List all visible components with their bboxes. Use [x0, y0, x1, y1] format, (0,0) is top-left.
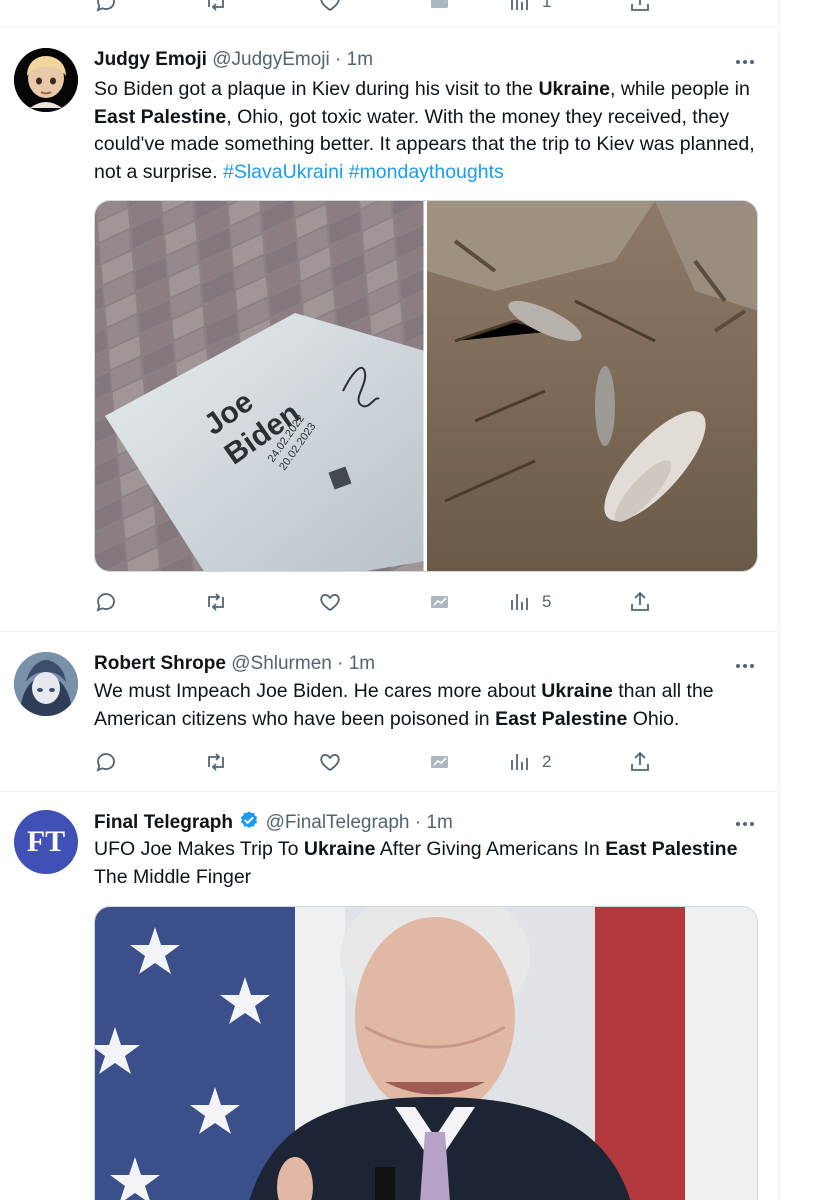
more-icon — [736, 60, 740, 64]
timestamp[interactable]: 1m — [426, 812, 452, 833]
views-count: 5 — [542, 592, 552, 611]
user-handle[interactable]: @JudgyEmoji — [212, 49, 330, 70]
analytics-button[interactable] — [428, 588, 452, 616]
user-handle[interactable]: @FinalTelegraph — [266, 812, 410, 833]
timeline-feed: 1 Judgy Emoji @JudgyEmoji · 1m So Biden … — [0, 0, 780, 1200]
like-icon — [320, 754, 340, 772]
views-icon — [511, 754, 528, 770]
views-count: 1 — [542, 0, 552, 11]
retweet-button[interactable] — [204, 748, 228, 776]
separator: · — [414, 812, 422, 833]
share-icon — [631, 0, 649, 11]
share-button[interactable] — [628, 588, 652, 616]
like-button[interactable] — [318, 748, 342, 776]
tweet-header: Robert Shrope @Shlurmen · 1m — [94, 652, 375, 676]
tweet-final-telegraph[interactable]: FT Final Telegraph @FinalTelegraph · 1m … — [0, 792, 779, 1200]
display-name[interactable]: Final Telegraph — [94, 812, 233, 833]
separator: · — [335, 49, 342, 70]
anime-avatar-image — [14, 652, 78, 716]
more-icon — [736, 664, 740, 668]
retweet-icon — [208, 593, 224, 611]
timestamp[interactable]: 1m — [347, 49, 373, 70]
tweet-media[interactable]: Joe Biden 24.02.2022 20.02.2023 — [94, 200, 758, 572]
analytics-button[interactable] — [428, 0, 452, 16]
avatar[interactable] — [14, 48, 78, 112]
like-button[interactable] — [318, 588, 342, 616]
more-options-button[interactable] — [733, 812, 757, 836]
tweet-header: Final Telegraph @FinalTelegraph · 1m — [94, 810, 453, 835]
avatar[interactable]: FT — [14, 810, 78, 874]
views-icon — [511, 594, 528, 610]
tweet-actions: 2 — [94, 748, 654, 776]
tweet-text: UFO Joe Makes Trip To Ukraine After Givi… — [94, 838, 738, 888]
like-button[interactable] — [318, 0, 342, 16]
hashtag-link[interactable]: #mondaythoughts — [349, 161, 504, 183]
avatar[interactable] — [14, 652, 78, 716]
more-options-button[interactable] — [733, 654, 757, 678]
like-icon — [320, 0, 340, 12]
reply-icon — [96, 753, 115, 772]
display-name[interactable]: Robert Shrope — [94, 653, 226, 674]
retweet-button[interactable] — [204, 588, 228, 616]
tweet-actions: 5 — [94, 588, 654, 616]
views-button[interactable]: 2 — [508, 748, 551, 776]
media-photos: Joe Biden 24.02.2022 20.02.2023 — [95, 201, 757, 571]
user-handle[interactable]: @Shlurmen — [231, 653, 332, 674]
display-name[interactable]: Judgy Emoji — [94, 49, 207, 70]
tweet-header: Judgy Emoji @JudgyEmoji · 1m — [94, 48, 373, 72]
reply-button[interactable] — [94, 0, 118, 16]
media-photo — [95, 907, 757, 1200]
tweet-text: So Biden got a plaque in Kiev during his… — [94, 78, 755, 183]
analytics-icon — [431, 756, 448, 768]
views-button[interactable]: 1 — [508, 0, 551, 16]
share-button[interactable] — [628, 748, 652, 776]
analytics-icon — [431, 0, 448, 8]
separator: · — [337, 653, 344, 674]
reply-icon — [96, 0, 115, 12]
previous-tweet-fragment: 1 — [0, 0, 779, 28]
more-icon — [736, 822, 740, 826]
tweet-text: We must Impeach Joe Biden. He cares more… — [94, 680, 714, 730]
timestamp[interactable]: 1m — [349, 653, 375, 674]
tweet-robert-shrope[interactable]: Robert Shrope @Shlurmen · 1m We must Imp… — [0, 632, 779, 792]
verified-icon — [241, 811, 258, 829]
tweet-judgy-emoji[interactable]: Judgy Emoji @JudgyEmoji · 1m So Biden go… — [0, 28, 779, 632]
hashtag-link[interactable]: #SlavaUkraini — [223, 161, 343, 183]
retweet-button[interactable] — [204, 0, 228, 16]
share-icon — [631, 751, 649, 771]
reply-button[interactable] — [94, 748, 118, 776]
views-button[interactable]: 5 — [508, 588, 551, 616]
share-icon — [631, 591, 649, 611]
reply-button[interactable] — [94, 588, 118, 616]
views-icon — [511, 0, 528, 10]
tweet-actions: 1 — [94, 0, 654, 16]
avatar-logo: FT — [26, 825, 66, 858]
memoji-avatar-image — [14, 48, 78, 112]
views-count: 2 — [542, 752, 552, 771]
retweet-icon — [208, 753, 224, 771]
share-button[interactable] — [628, 0, 652, 16]
like-icon — [320, 594, 340, 612]
right-sidebar — [781, 0, 814, 1200]
analytics-icon — [431, 596, 448, 608]
retweet-icon — [208, 0, 224, 11]
more-options-button[interactable] — [733, 50, 757, 74]
reply-icon — [96, 593, 115, 612]
tweet-media[interactable] — [94, 906, 758, 1200]
analytics-button[interactable] — [428, 748, 452, 776]
